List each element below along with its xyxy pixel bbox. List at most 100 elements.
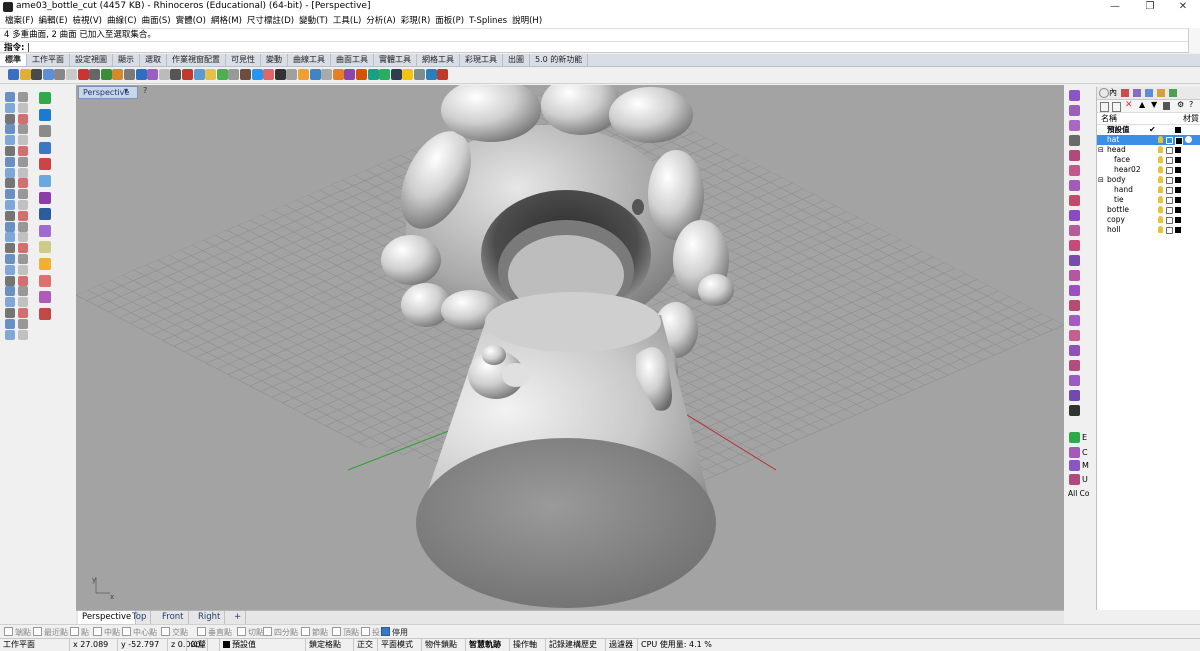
right-tool-icon-3[interactable] xyxy=(1069,135,1080,146)
copy-obj-icon[interactable] xyxy=(5,221,15,232)
layer-color-swatch[interactable] xyxy=(1175,227,1181,233)
side-tool-icon-0-13[interactable] xyxy=(39,307,51,320)
layer-lock-icon[interactable] xyxy=(1166,197,1173,204)
dimension-icon[interactable] xyxy=(18,243,28,254)
join-icon[interactable] xyxy=(18,200,28,210)
toolbar-icon-34[interactable] xyxy=(402,69,414,80)
mirror-icon[interactable] xyxy=(18,232,28,243)
right-tool-icon-21[interactable] xyxy=(1069,405,1080,416)
toolbar-tab-8[interactable]: 曲線工具 xyxy=(288,54,331,66)
panel-toggle-icon-2[interactable] xyxy=(1069,460,1080,471)
sphere-icon[interactable] xyxy=(5,178,15,189)
layers-tab-icon[interactable] xyxy=(1121,89,1129,97)
status-smarttrack[interactable]: 智慧軌跡 xyxy=(466,639,510,651)
layer-row[interactable]: hear02 xyxy=(1097,165,1200,175)
layer-lock-icon[interactable] xyxy=(1166,227,1173,234)
mesh-icon[interactable] xyxy=(5,189,15,200)
display-tab-icon[interactable] xyxy=(1133,89,1141,97)
panel-toggle-label-4[interactable]: All Co xyxy=(1068,488,1090,499)
zoom-extents-icon[interactable] xyxy=(170,69,182,80)
layer-visible-icon[interactable] xyxy=(1158,176,1163,183)
delete-layer-icon[interactable]: ✕ xyxy=(1125,100,1133,110)
panel-toggle-label-1[interactable]: C xyxy=(1082,447,1088,458)
side-tool-icon-0-2[interactable] xyxy=(39,125,51,138)
right-tool-icon-8[interactable] xyxy=(1069,210,1080,221)
panel-toggle-label-0[interactable]: E xyxy=(1082,432,1087,443)
boolean-icon[interactable] xyxy=(18,178,28,189)
menu-item-8[interactable]: 變動(T) xyxy=(299,14,328,28)
toolbar-tab-9[interactable]: 曲面工具 xyxy=(331,54,374,66)
side-tool-icon-0-1[interactable] xyxy=(39,108,51,121)
status-layer[interactable]: 預設值 xyxy=(220,639,306,651)
layer-row[interactable]: copy xyxy=(1097,215,1200,225)
viewport-tab-1[interactable]: Top xyxy=(128,611,152,624)
help-tab-icon[interactable] xyxy=(1169,89,1177,97)
left-tool-icon-42[interactable] xyxy=(5,318,15,329)
status-history[interactable]: 記錄建構歷史 xyxy=(546,639,606,651)
layer-visible-icon[interactable] xyxy=(1158,196,1163,203)
help-icon[interactable]: ? xyxy=(1189,100,1193,109)
options-icon[interactable] xyxy=(321,69,333,80)
left-tool-icon-39[interactable] xyxy=(18,297,28,308)
lights-tab-icon[interactable] xyxy=(1157,89,1165,97)
layer-row[interactable]: hat xyxy=(1097,135,1200,145)
tools-icon[interactable]: ⚙ xyxy=(1177,100,1184,109)
new-sublayer-icon[interactable] xyxy=(1112,102,1121,112)
toolbar-tab-11[interactable]: 網格工具 xyxy=(417,54,460,66)
left-tool-icon-34[interactable] xyxy=(5,275,15,286)
layer-visible-icon[interactable] xyxy=(1158,156,1163,163)
toolbar-icon-30[interactable] xyxy=(356,69,367,80)
rhino-app-icon[interactable] xyxy=(3,2,13,12)
hide-icon[interactable] xyxy=(228,69,240,80)
menu-item-6[interactable]: 網格(M) xyxy=(211,14,242,28)
name-column-header[interactable]: 名稱 xyxy=(1101,113,1117,124)
panel-toggle-icon-3[interactable] xyxy=(1069,474,1080,485)
osnap-checkbox[interactable] xyxy=(197,627,206,636)
import-icon[interactable] xyxy=(54,69,66,80)
status-cplane[interactable]: 工作平面 xyxy=(0,639,70,651)
zoom-window-icon[interactable] xyxy=(158,69,170,80)
toolbar-icon-32[interactable] xyxy=(379,69,391,80)
osnap-checkbox[interactable] xyxy=(70,627,79,636)
offset-icon[interactable] xyxy=(18,146,28,156)
zoom-selected-icon[interactable] xyxy=(182,69,193,80)
left-tool-icon-31[interactable] xyxy=(18,254,28,264)
move-down-icon[interactable]: ▼ xyxy=(1151,100,1157,109)
right-tool-icon-17[interactable] xyxy=(1069,345,1080,356)
circle-icon[interactable] xyxy=(5,113,15,124)
menu-item-1[interactable]: 編輯(E) xyxy=(39,14,68,28)
menu-item-14[interactable]: 說明(H) xyxy=(512,14,542,28)
osnap-3[interactable]: 中點 xyxy=(93,627,120,638)
render-icon[interactable] xyxy=(286,69,298,80)
osnap-6[interactable]: 垂直點 xyxy=(197,627,232,638)
array-icon[interactable] xyxy=(5,243,15,254)
right-tool-icon-6[interactable] xyxy=(1069,180,1080,191)
side-tool-icon-0-11[interactable] xyxy=(39,274,51,287)
layer-lock-icon[interactable] xyxy=(1166,177,1173,184)
right-tool-icon-20[interactable] xyxy=(1069,390,1080,401)
right-tool-icon-14[interactable] xyxy=(1069,300,1080,311)
layer-material-icon[interactable] xyxy=(1185,136,1192,143)
left-tool-icon-32[interactable] xyxy=(5,264,15,275)
lock-icon[interactable] xyxy=(240,69,251,80)
layer-row[interactable]: holl xyxy=(1097,225,1200,235)
layer-visible-icon[interactable] xyxy=(1158,226,1163,233)
toolbar-tab-14[interactable]: 5.0 的新功能 xyxy=(530,54,589,66)
loft-icon[interactable] xyxy=(5,167,15,178)
status-filter[interactable]: 過濾器 xyxy=(606,639,638,651)
side-tool-icon-0-8[interactable] xyxy=(39,224,51,237)
analysis-icon[interactable] xyxy=(274,69,286,80)
layer-lock-icon[interactable] xyxy=(1166,217,1173,224)
toolbar-tab-4[interactable]: 選取 xyxy=(140,54,167,66)
grid-icon[interactable] xyxy=(205,69,217,80)
toolbar-tab-2[interactable]: 設定視圖 xyxy=(70,54,113,66)
toolbar-icon-33[interactable] xyxy=(390,69,402,80)
layer-color-swatch[interactable] xyxy=(1175,127,1181,133)
status-ortho[interactable]: 正交 xyxy=(354,639,378,651)
toolbar-icon-35[interactable] xyxy=(414,69,425,80)
left-tool-icon-35[interactable] xyxy=(18,275,28,286)
command-prompt[interactable]: 指令: | xyxy=(0,41,1188,53)
viewport-tab-2[interactable]: Front xyxy=(158,611,189,624)
osnap-checkbox[interactable] xyxy=(93,627,102,636)
extrude-icon[interactable] xyxy=(18,156,28,167)
